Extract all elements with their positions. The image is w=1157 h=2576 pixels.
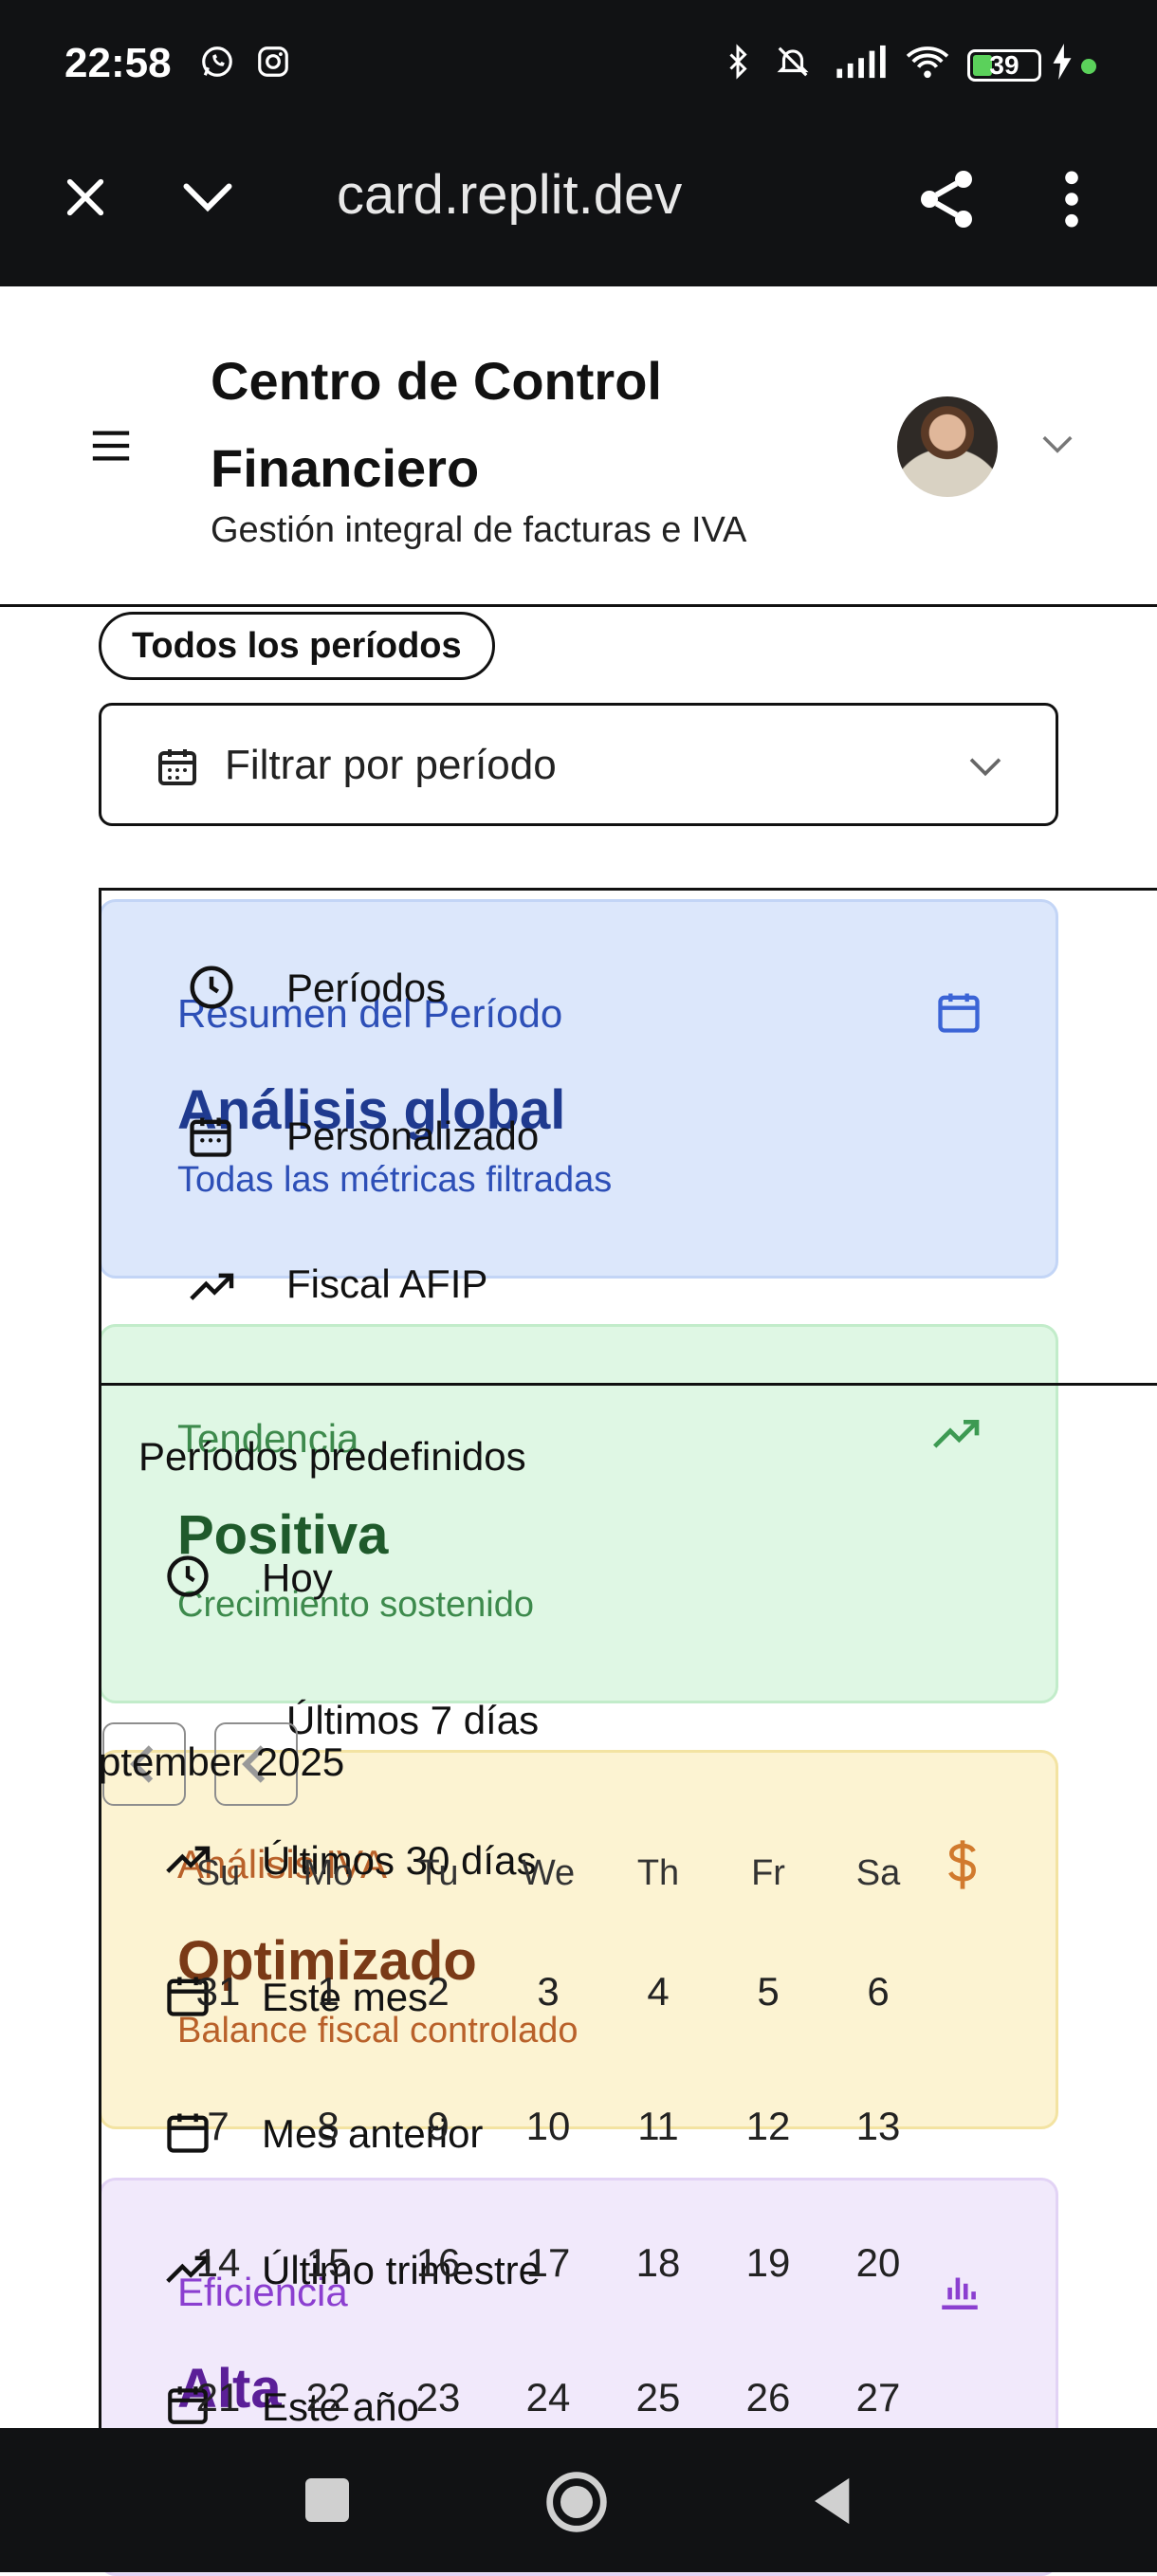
mute-icon xyxy=(777,46,809,77)
system-navigation-bar xyxy=(0,2428,1157,2572)
url-text[interactable]: card.replit.dev xyxy=(337,163,682,227)
trending-up-icon xyxy=(190,1273,234,1300)
page-subtitle: Gestión integral de facturas e IVA xyxy=(211,510,747,550)
chevron-down-icon[interactable] xyxy=(178,175,237,222)
instagram-icon xyxy=(258,46,288,77)
menu-icon[interactable] xyxy=(89,427,133,465)
wifi-icon xyxy=(906,46,949,79)
select-label: Filtrar por período xyxy=(225,742,557,788)
trend-card: Tendencia Positiva Crecimiento sostenido xyxy=(99,1324,1058,1703)
clock-icon xyxy=(190,966,233,1009)
whatsapp-icon xyxy=(202,46,232,77)
tab-periods[interactable]: Períodos xyxy=(286,966,446,1011)
signal-icon xyxy=(836,45,886,79)
card-subtitle: Crecimiento sostenido xyxy=(177,1585,534,1625)
calendar-month-label: ptember 2025 xyxy=(99,1739,345,1784)
dollar-icon xyxy=(948,1840,977,1889)
tab-custom[interactable]: Personalizado xyxy=(286,1113,539,1159)
privacy-dot xyxy=(1081,59,1096,74)
dropdown-left-border xyxy=(99,888,101,2428)
share-icon[interactable] xyxy=(912,165,981,233)
calendar-icon xyxy=(168,2386,208,2424)
calendar-icon xyxy=(938,993,980,1033)
page-title: Centro de Control Financiero xyxy=(211,351,662,498)
status-bar: 22:58 39 xyxy=(0,0,1157,133)
preset-today[interactable]: Hoy xyxy=(262,1555,333,1601)
presets-section-title: Períodos predefinidos xyxy=(138,1434,526,1479)
battery-indicator: 39 xyxy=(967,49,1041,82)
status-time: 22:58 xyxy=(64,40,172,86)
clock-icon xyxy=(167,1555,209,1597)
preset-this-month[interactable]: Este mes xyxy=(262,1975,428,2020)
bar-chart-icon xyxy=(942,2277,978,2310)
calendar-icon xyxy=(190,1117,231,1157)
app-header: Centro de Control Financiero Gestión int… xyxy=(0,286,1157,607)
chevron-down-icon xyxy=(969,758,1001,777)
preset-last-month[interactable]: Mes anterior xyxy=(262,2111,483,2157)
trending-up-icon xyxy=(166,1846,211,1873)
card-subtitle: Todas las métricas filtradas xyxy=(177,1160,613,1200)
close-icon[interactable] xyxy=(59,171,112,224)
period-filter-pill[interactable]: Todos los períodos xyxy=(99,612,495,680)
calendar-icon xyxy=(158,749,196,785)
avatar[interactable] xyxy=(897,396,998,497)
back-button[interactable] xyxy=(806,2474,855,2529)
chevron-down-icon[interactable] xyxy=(1039,431,1075,459)
preset-last-quarter[interactable]: Último trimestre xyxy=(262,2248,541,2293)
preset-last-30-days[interactable]: Últimos 30 días xyxy=(262,1838,536,1884)
preset-this-year[interactable]: Este año xyxy=(262,2384,419,2430)
home-button[interactable] xyxy=(544,2470,609,2534)
tabs-divider xyxy=(99,1383,1157,1386)
preset-last-7-days[interactable]: Últimos 7 días xyxy=(286,1698,539,1743)
recents-button[interactable] xyxy=(305,2478,349,2522)
battery-level: 39 xyxy=(989,50,1019,80)
trending-up-icon xyxy=(166,2255,211,2283)
dropdown-top-border xyxy=(99,888,1157,891)
period-select[interactable]: Filtrar por período xyxy=(99,703,1058,826)
trending-up-icon xyxy=(933,1420,980,1448)
calendar-icon xyxy=(167,1977,209,2016)
tab-fiscal-afip[interactable]: Fiscal AFIP xyxy=(286,1261,487,1307)
more-options-icon[interactable] xyxy=(1053,167,1091,231)
charging-icon xyxy=(1053,44,1072,80)
browser-toolbar: card.replit.dev xyxy=(0,133,1157,286)
calendar-icon xyxy=(167,2113,209,2153)
bluetooth-icon xyxy=(729,44,747,80)
period-summary-card: Resumen del Período Análisis global Toda… xyxy=(99,899,1058,1279)
